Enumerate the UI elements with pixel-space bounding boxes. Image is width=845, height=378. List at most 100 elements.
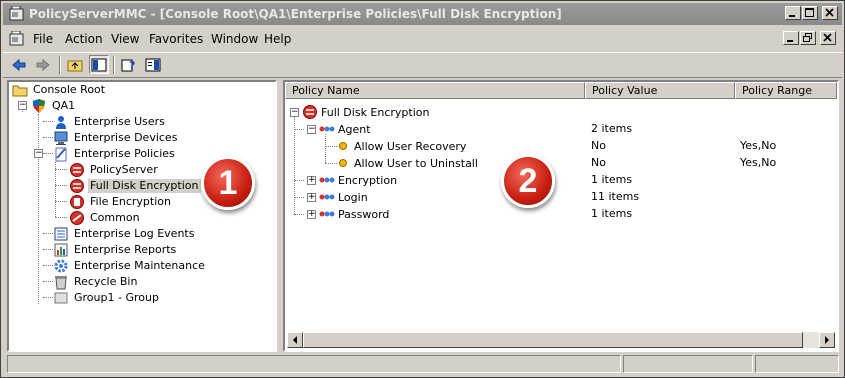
tree-item-enterprise-policies[interactable]: Enterprise Policies xyxy=(53,146,177,162)
back-arrow-icon[interactable] xyxy=(9,55,29,74)
document-window-icon[interactable] xyxy=(9,30,25,46)
tree-item-file-encryption[interactable]: File Encryption xyxy=(69,194,173,210)
table-row[interactable]: Agent xyxy=(319,121,371,137)
tree-item-label: Enterprise Reports xyxy=(74,243,177,256)
child-restore-button[interactable] xyxy=(800,31,816,45)
results-pane[interactable]: Policy Name Policy Value Policy Range − … xyxy=(283,80,839,352)
policy-setting-icon xyxy=(335,138,351,154)
tree-item-enterprise-devices[interactable]: Enterprise Devices xyxy=(53,130,179,146)
policy-value: No xyxy=(591,139,606,152)
menu-help[interactable]: Help xyxy=(264,32,291,46)
policy-range: Yes,No xyxy=(740,156,777,169)
maintenance-icon xyxy=(53,258,69,274)
tree-item-label: PolicyServer xyxy=(90,163,158,176)
tree-item-qa1[interactable]: QA1 xyxy=(31,98,77,114)
tree-item-recycle-bin[interactable]: Recycle Bin xyxy=(53,274,139,290)
policy-value: No xyxy=(591,156,606,169)
tree-item-label: QA1 xyxy=(52,99,76,112)
agent-collapse-toggle[interactable]: − xyxy=(307,125,316,134)
menu-favorites[interactable]: Favorites xyxy=(149,32,203,46)
tree-item-label: Console Root xyxy=(33,83,106,96)
up-one-level-icon[interactable] xyxy=(65,55,85,74)
tree-item-enterprise-log-events[interactable]: Enterprise Log Events xyxy=(53,226,196,242)
log-icon xyxy=(53,226,69,242)
policy-value: 11 items xyxy=(591,190,640,203)
status-panel-2 xyxy=(623,355,753,373)
login-expand-toggle[interactable]: + xyxy=(307,193,316,202)
child-minimize-button[interactable] xyxy=(783,31,799,45)
password-expand-toggle[interactable]: + xyxy=(307,210,316,219)
status-panel-main xyxy=(7,355,621,373)
table-row[interactable]: Allow User Recovery xyxy=(335,138,466,154)
policy-setting-icon xyxy=(335,155,351,171)
forward-arrow-icon[interactable] xyxy=(33,55,53,74)
child-close-button[interactable] xyxy=(820,31,836,45)
policy-name: Allow User Recovery xyxy=(354,139,467,153)
action-pane-icon[interactable] xyxy=(143,55,163,74)
maximize-button[interactable] xyxy=(802,6,818,20)
reports-icon xyxy=(53,242,69,258)
tree-item-console-root[interactable]: Console Root xyxy=(12,82,107,98)
table-row[interactable]: Full Disk Encryption xyxy=(302,104,430,120)
policy-group-icon xyxy=(319,121,335,137)
menu-view[interactable]: View xyxy=(111,32,139,46)
menu-file[interactable]: File xyxy=(33,32,53,46)
scroll-left-button[interactable] xyxy=(287,332,303,348)
scroll-thumb[interactable] xyxy=(303,332,803,348)
table-row[interactable]: Password xyxy=(319,206,389,222)
horizontal-scrollbar[interactable] xyxy=(287,332,835,348)
minimize-button[interactable] xyxy=(785,6,801,20)
status-bar xyxy=(3,353,842,375)
column-header-policy-range[interactable]: Policy Range xyxy=(735,82,837,99)
policy-name: Encryption xyxy=(338,173,398,187)
qa1-collapse-toggle[interactable]: − xyxy=(18,101,27,110)
policy-icon xyxy=(53,146,69,162)
tree-item-label: Enterprise Log Events xyxy=(74,227,195,240)
column-header-policy-value[interactable]: Policy Value xyxy=(585,82,735,99)
svg-text:?: ? xyxy=(129,59,135,72)
recycle-bin-icon xyxy=(53,274,69,290)
folder-icon xyxy=(12,82,28,98)
tree-item-enterprise-users[interactable]: Enterprise Users xyxy=(53,114,167,130)
tree-item-label: Enterprise Users xyxy=(74,115,165,128)
policy-name: Password xyxy=(338,207,390,221)
computer-icon xyxy=(53,130,69,146)
tree-item-common[interactable]: Common xyxy=(69,210,142,226)
policy-value: 2 items xyxy=(591,122,633,135)
tree-item-label: File Encryption xyxy=(90,195,171,208)
table-row[interactable]: Encryption xyxy=(319,172,397,188)
menu-window[interactable]: Window xyxy=(211,32,258,46)
tree-item-label: Enterprise Maintenance xyxy=(74,259,205,272)
tree-item-full-disk-encryption[interactable]: Full Disk Encryption xyxy=(69,178,201,194)
table-row[interactable]: Login xyxy=(319,189,368,205)
disk-encryption-icon xyxy=(69,178,85,194)
scroll-right-button[interactable] xyxy=(819,332,835,348)
close-button[interactable] xyxy=(822,6,838,20)
title-bar: PolicyServerMMC - [Console Root\QA1\Ente… xyxy=(3,3,842,25)
fde-collapse-toggle[interactable]: − xyxy=(290,108,299,117)
policy-group-icon xyxy=(319,189,335,205)
tree-item-group1[interactable]: Group1 - Group xyxy=(53,290,161,306)
column-header-policy-name[interactable]: Policy Name xyxy=(285,82,585,99)
callout-badge-2: 2 xyxy=(501,154,555,208)
console-tree-pane[interactable]: − − Console Root QA1 Enterprise Users En… xyxy=(7,80,277,352)
policy-group-icon xyxy=(319,172,335,188)
properties-help-icon[interactable]: ? xyxy=(119,55,139,74)
table-row[interactable]: Allow User to Uninstall xyxy=(335,155,478,171)
tree-item-enterprise-maintenance[interactable]: Enterprise Maintenance xyxy=(53,258,207,274)
tree-item-enterprise-reports[interactable]: Enterprise Reports xyxy=(53,242,178,258)
common-icon xyxy=(69,210,85,226)
menu-action[interactable]: Action xyxy=(65,32,103,46)
show-hide-tree-icon[interactable] xyxy=(89,55,109,74)
policy-item-icon xyxy=(69,162,85,178)
tree-item-label: Full Disk Encryption xyxy=(88,179,201,193)
policy-name: Full Disk Encryption xyxy=(321,105,430,119)
encryption-expand-toggle[interactable]: + xyxy=(307,176,316,185)
callout-badge-1: 1 xyxy=(201,156,255,210)
tree-item-policyserver[interactable]: PolicyServer xyxy=(69,162,160,178)
policies-collapse-toggle[interactable]: − xyxy=(34,149,43,158)
menu-bar: File Action View Favorites Window Help xyxy=(3,28,842,50)
shield-icon xyxy=(31,98,47,114)
policy-value: 1 items xyxy=(591,173,633,186)
window-title: PolicyServerMMC - [Console Root\QA1\Ente… xyxy=(29,7,562,21)
